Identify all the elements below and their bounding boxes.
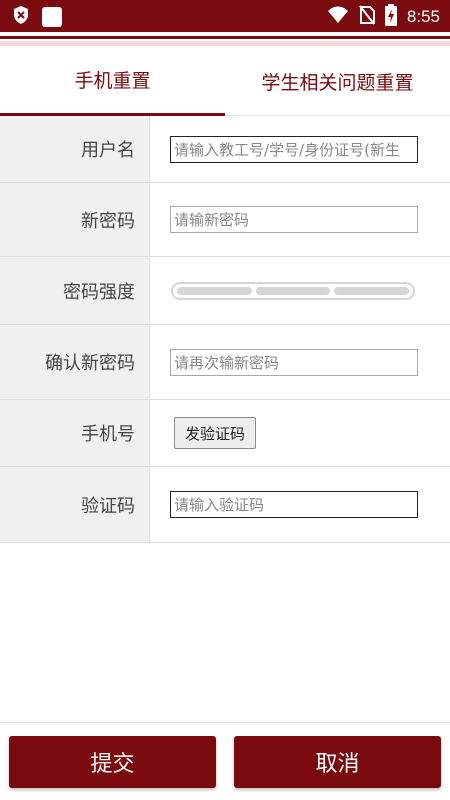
password-strength-label: 密码强度 — [0, 257, 150, 324]
verification-code-input[interactable]: 请输入验证码 — [170, 491, 418, 518]
username-input[interactable]: 请输入教工号/学号/身份证号(新生 — [170, 135, 418, 163]
header-stripe — [0, 36, 450, 39]
password-strength-row: 密码强度 — [0, 257, 450, 325]
wifi-icon — [327, 6, 349, 28]
new-password-label: 新密码 — [0, 183, 150, 256]
strength-segment-weak — [177, 286, 252, 295]
strength-segment-strong — [334, 286, 410, 295]
status-time: 8:55 — [406, 7, 440, 26]
phone-label: 手机号 — [0, 400, 150, 466]
status-bar: 8:55 — [0, 0, 450, 32]
confirm-password-row: 确认新密码 请再次输新密码 — [0, 325, 450, 400]
new-password-row: 新密码 请输新密码 — [0, 183, 450, 257]
password-strength-meter — [171, 281, 415, 300]
submit-button[interactable]: 提交 — [9, 736, 216, 788]
verification-code-row: 验证码 请输入验证码 — [0, 467, 450, 543]
cancel-button[interactable]: 取消 — [234, 736, 441, 788]
confirm-password-label: 确认新密码 — [0, 325, 150, 399]
strength-segment-medium — [255, 286, 331, 295]
verification-code-label: 验证码 — [0, 467, 150, 542]
no-sim-icon — [359, 5, 375, 29]
bottom-divider — [0, 722, 450, 723]
shield-x-icon — [12, 5, 30, 29]
new-password-input[interactable]: 请输新密码 — [170, 206, 418, 233]
send-code-button[interactable]: 发验证码 — [174, 417, 257, 449]
confirm-password-input[interactable]: 请再次输新密码 — [170, 348, 418, 376]
app-square-icon — [42, 7, 62, 27]
phone-row: 手机号 发验证码 — [0, 400, 450, 467]
battery-charging-icon — [384, 4, 397, 30]
tab-student-question-reset[interactable]: 学生相关问题重置 — [225, 46, 450, 116]
tab-phone-reset[interactable]: 手机重置 — [0, 46, 225, 116]
tab-bar: 手机重置 学生相关问题重置 — [0, 46, 450, 116]
username-row: 用户名 请输入教工号/学号/身份证号(新生 — [0, 116, 450, 183]
username-label: 用户名 — [0, 116, 150, 182]
